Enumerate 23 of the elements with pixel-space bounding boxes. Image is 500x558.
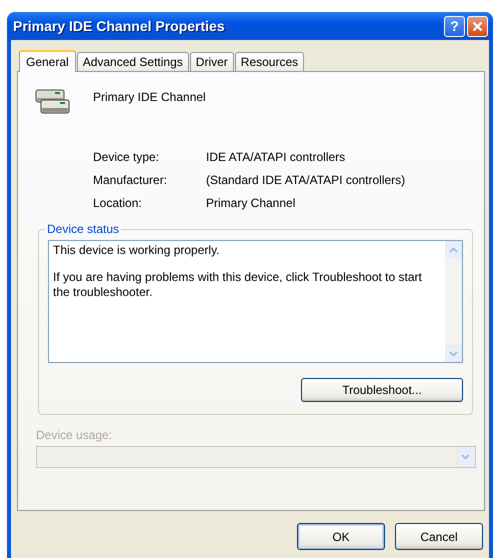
property-value: Primary Channel xyxy=(206,196,296,210)
property-label: Manufacturer: xyxy=(93,173,168,187)
tab[interactable]: Driver xyxy=(190,52,234,71)
property-value: (Standard IDE ATA/ATAPI controllers) xyxy=(206,173,406,187)
close-icon xyxy=(472,20,483,32)
tab[interactable]: Advanced Settings xyxy=(76,52,189,71)
troubleshoot-button[interactable]: Troubleshoot... xyxy=(301,378,463,402)
group-title: Device status xyxy=(46,222,120,236)
tab[interactable]: General xyxy=(19,50,76,72)
help-button[interactable]: ? xyxy=(444,16,465,36)
status-message: If you are having problems with this device, click Troubleshoot to start the troubleshooter. xyxy=(53,270,423,300)
tab[interactable]: Resources xyxy=(234,52,304,71)
device-name: Primary IDE Channel xyxy=(93,90,206,104)
close-button[interactable] xyxy=(467,16,488,36)
property-label: Location: xyxy=(93,196,143,210)
status-message: This device is working properly. xyxy=(53,243,221,258)
ok-button[interactable]: OK xyxy=(297,523,385,550)
device-usage-label: Device usage: xyxy=(36,428,114,442)
property-label: Device type: xyxy=(93,150,160,164)
cancel-button[interactable]: Cancel xyxy=(395,523,483,550)
window-title: Primary IDE Channel Properties xyxy=(13,18,226,34)
device-usage-dropdown[interactable] xyxy=(36,446,476,468)
property-value: IDE ATA/ATAPI controllers xyxy=(206,150,346,164)
